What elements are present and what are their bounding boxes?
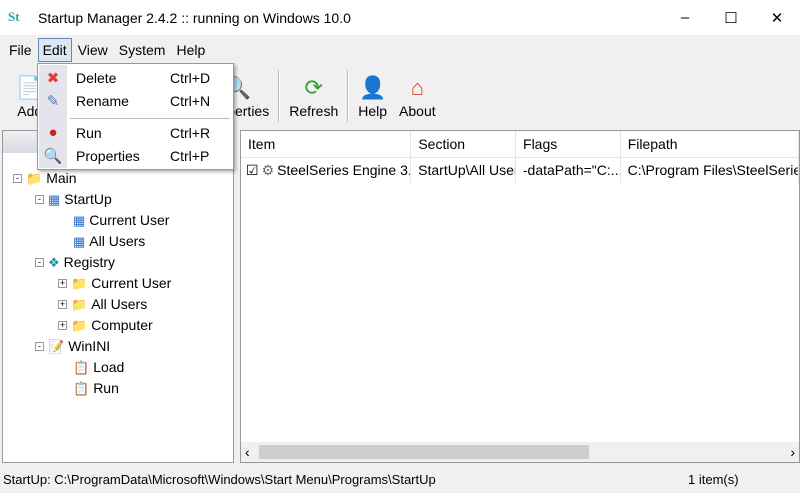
tree-node-registry-computer[interactable]: + 📁 Computer: [58, 315, 153, 336]
collapse-icon[interactable]: -: [35, 195, 44, 204]
folder-icon: 📁: [71, 318, 88, 333]
menu-item-delete[interactable]: ✖ Delete Ctrl+D: [38, 66, 233, 89]
scrollbar-thumb[interactable]: [259, 445, 589, 459]
tree-pane: - 📁 Main - ▦ StartUp ▦ Current User ▦ All User…: [2, 130, 234, 463]
menu-edit[interactable]: Edit: [37, 38, 72, 62]
tree-node-main[interactable]: - 📁 Main: [13, 168, 77, 189]
window-icon: ▦: [73, 234, 86, 249]
list-header: Item Section Flags Filepath: [241, 131, 799, 158]
status-bar: StartUp: C:\ProgramData\Microsoft\Window…: [0, 466, 800, 493]
registry-icon: ❖: [48, 255, 60, 270]
checkbox[interactable]: ☑: [246, 158, 259, 183]
column-flags[interactable]: Flags: [516, 131, 621, 157]
tree-node-startup-current-user[interactable]: ▦ Current User: [73, 210, 169, 231]
toolbar-separator: [347, 70, 350, 122]
column-filepath[interactable]: Filepath: [621, 131, 799, 157]
menu-separator: [70, 118, 230, 119]
delete-icon: ✖: [46, 69, 60, 87]
folder-icon: 📁: [71, 276, 88, 291]
car-icon: ●: [48, 124, 58, 141]
expand-icon[interactable]: +: [58, 300, 67, 309]
status-path: StartUp: C:\ProgramData\Microsoft\Window…: [3, 472, 436, 487]
column-section[interactable]: Section: [411, 131, 517, 157]
items-list: Item Section Flags Filepath ☑ ⚙ SteelSerie…: [240, 130, 800, 463]
menu-file[interactable]: File: [4, 38, 37, 62]
menu-view[interactable]: View: [73, 38, 113, 62]
house-icon: ⌂: [410, 75, 424, 100]
window-icon: ▦: [73, 213, 86, 228]
tree-node-winini[interactable]: - 📝 WinINI: [35, 336, 110, 357]
menu-item-properties[interactable]: 🔍 Properties Ctrl+P: [38, 144, 233, 167]
tree-node-startup[interactable]: - ▦ StartUp: [35, 189, 112, 210]
tree-node-registry[interactable]: - ❖ Registry: [35, 252, 115, 273]
menu-item-rename[interactable]: ✎ Rename Ctrl+N: [38, 89, 233, 112]
notepad-icon: 📋: [73, 360, 90, 375]
toolbar-separator: [278, 70, 281, 122]
status-count: 1 item(s): [688, 472, 739, 487]
title-bar: St Startup Manager 2.4.2 :: running on W…: [0, 0, 800, 35]
pencil-icon: ✎: [46, 92, 60, 110]
collapse-icon[interactable]: -: [35, 258, 44, 267]
scroll-left-icon[interactable]: ‹: [245, 444, 250, 460]
about-button[interactable]: ⌂ About: [393, 73, 442, 119]
menu-bar: File Edit View System Help: [4, 38, 211, 62]
menu-system[interactable]: System: [114, 38, 171, 62]
tree-node-registry-all-users[interactable]: + 📁 All Users: [58, 294, 147, 315]
tree-node-run[interactable]: 📋 Run: [73, 378, 119, 399]
menu-help[interactable]: Help: [171, 38, 210, 62]
help-person-icon: 👤: [358, 75, 387, 100]
maximize-button[interactable]: ☐: [708, 0, 754, 35]
folder-icon: 📁: [26, 171, 43, 186]
properties-icon: 🔍: [43, 147, 63, 165]
close-button[interactable]: ✕: [754, 0, 800, 35]
menu-item-run[interactable]: ● Run Ctrl+R: [38, 121, 233, 144]
tree-node-registry-current-user[interactable]: + 📁 Current User: [58, 273, 171, 294]
tree-node-load[interactable]: 📋 Load: [73, 357, 124, 378]
tree-node-startup-all-users[interactable]: ▦ All Users: [73, 231, 145, 252]
scroll-right-icon[interactable]: ›: [790, 444, 795, 460]
ini-file-icon: 📝: [48, 339, 65, 354]
help-button[interactable]: 👤 Help: [352, 73, 393, 119]
expand-icon[interactable]: +: [58, 321, 67, 330]
window-icon: ▦: [48, 192, 61, 207]
minimize-button[interactable]: –: [662, 0, 708, 35]
collapse-icon[interactable]: -: [13, 174, 22, 183]
window-title: Startup Manager 2.4.2 :: running on Wind…: [38, 9, 351, 26]
horizontal-scrollbar[interactable]: ‹ ›: [241, 442, 799, 462]
collapse-icon[interactable]: -: [35, 342, 44, 351]
notepad-icon: 📋: [73, 381, 90, 396]
folder-icon: 📁: [71, 297, 88, 312]
edit-menu-dropdown: ✖ Delete Ctrl+D ✎ Rename Ctrl+N ● Run Ctrl+R 🔍…: [37, 63, 234, 170]
column-item[interactable]: Item: [241, 131, 412, 157]
gear-icon: ⚙: [261, 162, 275, 178]
refresh-button[interactable]: ⟳ Refresh: [283, 73, 344, 119]
app-icon: St: [8, 8, 20, 24]
refresh-icon: ⟳: [304, 75, 323, 100]
table-row[interactable]: ☑⚙SteelSeries Engine 3.lnk StartUp\All U…: [241, 158, 799, 183]
expand-icon[interactable]: +: [58, 279, 67, 288]
